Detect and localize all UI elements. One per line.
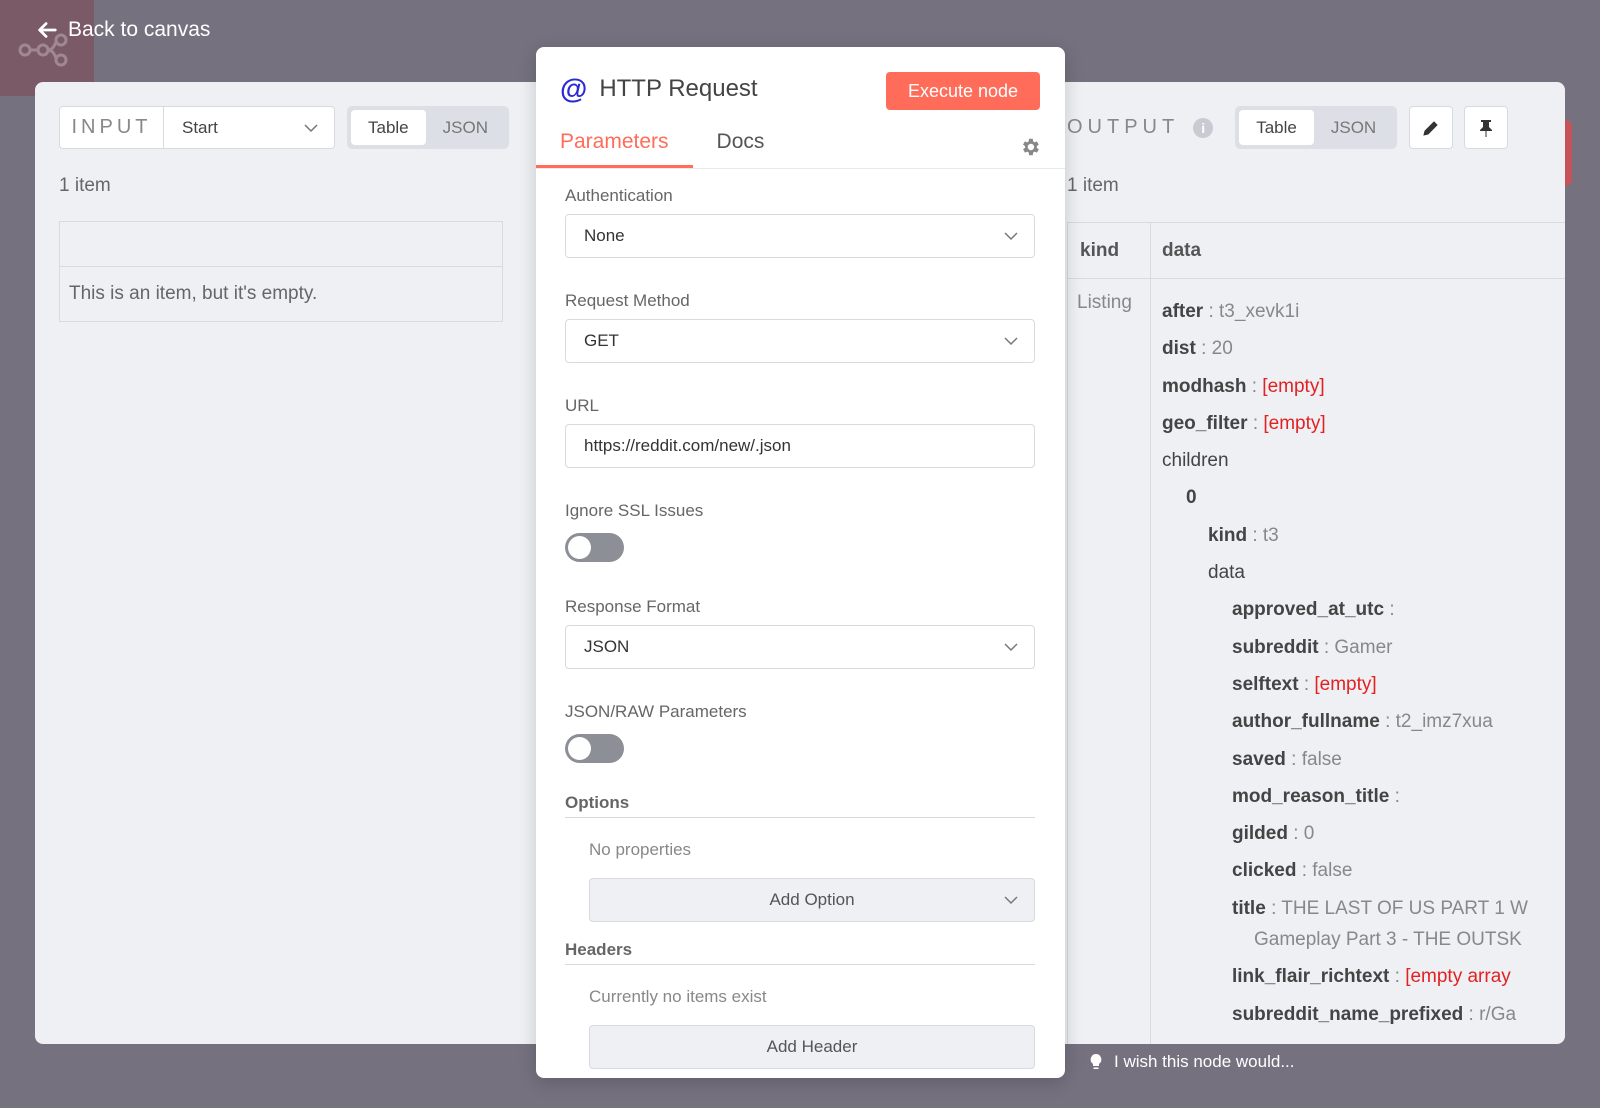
output-table: kind data Listing after : t3_xevk1i dist…	[1067, 222, 1565, 1044]
output-table-header: kind data	[1068, 223, 1565, 279]
add-header-button[interactable]: Add Header	[589, 1025, 1035, 1069]
column-header-data: data	[1162, 239, 1202, 261]
tree-row: data	[1208, 562, 1245, 584]
chevron-down-icon	[304, 123, 318, 132]
authentication-select[interactable]: None	[565, 214, 1035, 258]
node-settings-panel: @ HTTP Request Execute node Parameters D…	[536, 47, 1065, 1078]
pin-output-button[interactable]	[1464, 106, 1509, 149]
lightbulb-icon	[1090, 1054, 1102, 1069]
tree-row: mod_reason_title :	[1232, 785, 1400, 807]
input-source-value: Start	[182, 117, 218, 137]
tree-row: subreddit : Gamer	[1232, 636, 1393, 658]
info-icon[interactable]: i	[1193, 117, 1214, 138]
request-method-value: GET	[584, 331, 619, 350]
tree-row: author_fullname : t2_imz7xua	[1232, 711, 1493, 733]
input-empty-message: This is an item, but it's empty.	[69, 283, 318, 304]
output-view-toggle: Table JSON	[1235, 106, 1398, 149]
chevron-down-icon	[1004, 643, 1018, 652]
feedback-label: I wish this node would...	[1114, 1052, 1295, 1071]
tree-row: gilded : 0	[1232, 823, 1315, 845]
gear-icon[interactable]	[1019, 136, 1041, 158]
data-tree: after : t3_xevk1i dist : 20 modhash : [e…	[1162, 293, 1528, 1033]
column-header-kind: kind	[1080, 239, 1120, 261]
input-panel: INPUT Start Table JSON 1 item This is an…	[59, 106, 513, 322]
url-value: https://reddit.com/new/.json	[584, 436, 791, 455]
tree-row: link_flair_richtext : [empty array	[1232, 966, 1511, 988]
request-method-label: Request Method	[565, 291, 690, 310]
parameters-form: Authentication None Request Method GET U…	[565, 169, 1035, 1069]
json-raw-label: JSON/RAW Parameters	[565, 702, 747, 721]
add-option-label: Add Option	[769, 890, 855, 909]
ignore-ssl-toggle[interactable]	[565, 533, 624, 562]
add-header-label: Add Header	[766, 1037, 858, 1056]
tree-row: after : t3_xevk1i	[1162, 301, 1300, 322]
tree-row: 0	[1186, 487, 1197, 509]
chevron-down-icon	[1004, 232, 1018, 241]
tree-row: saved : false	[1232, 748, 1342, 770]
ignore-ssl-label: Ignore SSL Issues	[565, 501, 704, 520]
tree-row: kind : t3	[1208, 524, 1279, 546]
chevron-down-icon	[1004, 896, 1018, 905]
url-input[interactable]: https://reddit.com/new/.json	[565, 424, 1035, 468]
tree-row: dist : 20	[1162, 338, 1233, 360]
options-section-title: Options	[565, 793, 1035, 818]
tab-docs[interactable]: Docs	[693, 130, 789, 168]
node-title: HTTP Request	[599, 75, 758, 102]
output-panel: OUTPUT i Table JSON 1 item kind data Lis…	[1067, 106, 1565, 1044]
input-json-view-button[interactable]: JSON	[426, 110, 505, 145]
input-table: This is an item, but it's empty.	[59, 221, 503, 322]
back-label: Back to canvas	[68, 18, 211, 41]
input-source-select[interactable]: INPUT Start	[59, 106, 335, 149]
pin-icon	[1480, 119, 1493, 137]
back-to-canvas-link[interactable]: Back to canvas	[36, 18, 210, 42]
execute-node-button[interactable]: Execute node	[886, 72, 1040, 110]
input-label: INPUT	[60, 107, 164, 148]
feedback-link[interactable]: I wish this node would...	[1088, 1052, 1294, 1072]
input-view-toggle: Table JSON	[347, 106, 509, 149]
output-table-view-button[interactable]: Table	[1239, 110, 1314, 145]
request-method-select[interactable]: GET	[565, 319, 1035, 363]
pencil-icon	[1423, 120, 1438, 136]
arrow-left-icon	[38, 22, 57, 38]
tree-row: modhash : [empty]	[1162, 375, 1325, 397]
output-label: OUTPUT	[1067, 116, 1180, 138]
edit-output-button[interactable]	[1409, 106, 1454, 149]
headers-section-title: Headers	[565, 940, 1035, 965]
json-raw-toggle[interactable]	[565, 734, 624, 763]
chevron-down-icon	[1004, 337, 1018, 346]
tree-row: clicked : false	[1232, 860, 1353, 882]
response-format-select[interactable]: JSON	[565, 625, 1035, 669]
options-empty-text: No properties	[589, 840, 692, 859]
tree-row: selftext : [empty]	[1232, 673, 1377, 695]
input-table-header	[60, 222, 502, 267]
authentication-value: None	[584, 226, 625, 245]
input-table-view-button[interactable]: Table	[351, 110, 426, 145]
tree-row: approved_at_utc :	[1232, 599, 1395, 621]
headers-empty-text: Currently no items exist	[589, 987, 767, 1006]
tree-row-continuation: Gameplay Part 3 - THE OUTSK	[1254, 929, 1522, 951]
output-json-view-button[interactable]: JSON	[1314, 110, 1393, 145]
node-settings-header: @ HTTP Request Execute node Parameters D…	[536, 47, 1065, 169]
tree-row: children	[1162, 450, 1229, 472]
at-sign-icon: @	[560, 73, 588, 104]
output-item-count: 1 item	[1067, 175, 1119, 196]
tab-parameters[interactable]: Parameters	[536, 130, 693, 168]
kind-cell: Listing	[1077, 292, 1132, 313]
response-format-value: JSON	[584, 637, 630, 656]
tree-row: subreddit_name_prefixed : r/Ga	[1232, 1003, 1517, 1025]
input-item-count: 1 item	[59, 175, 111, 196]
url-label: URL	[565, 396, 600, 415]
response-format-label: Response Format	[565, 597, 701, 616]
tree-row: geo_filter : [empty]	[1162, 412, 1326, 434]
authentication-label: Authentication	[565, 186, 673, 205]
add-option-button[interactable]: Add Option	[589, 878, 1035, 922]
